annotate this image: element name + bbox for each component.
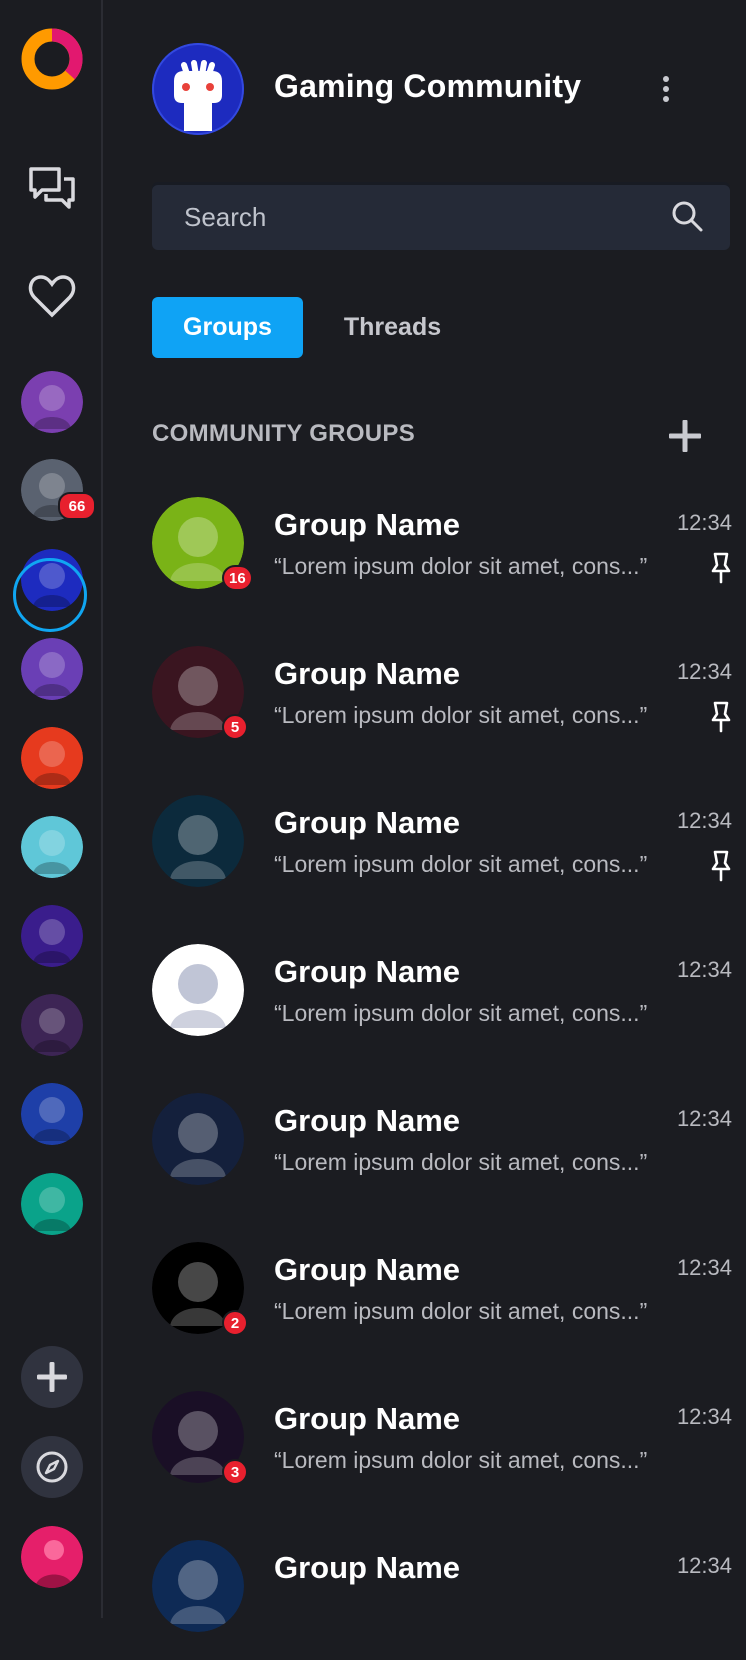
group-name: Group Name (274, 1103, 461, 1138)
search-input[interactable] (182, 182, 646, 252)
group-name: Group Name (274, 954, 461, 989)
add-server-button[interactable] (21, 1346, 83, 1408)
wolf-icon (152, 795, 244, 887)
group-last-message: “Lorem ipsum dolor sit amet, cons...” (274, 1000, 648, 1026)
server-avatar-infinity-server[interactable] (21, 905, 83, 967)
group-list-item[interactable]: 16 Group Name 12:34 “Lorem ipsum dolor sit … (152, 497, 732, 617)
group-time: 12:34 (676, 1553, 732, 1578)
chat-bubbles-icon[interactable] (21, 158, 83, 220)
server-avatar-robot-gamer-server[interactable] (21, 816, 83, 878)
server-avatar-book-server[interactable] (21, 1173, 83, 1235)
community-avatar[interactable] (152, 43, 244, 135)
group-list-item[interactable]: Group Name 12:34 “Lorem ipsum dolor sit am… (152, 944, 732, 1064)
darth-icon (152, 1093, 244, 1185)
plus-icon (37, 1362, 67, 1392)
pin-icon[interactable] (710, 551, 732, 585)
unread-badge: 5 (222, 714, 248, 740)
server-avatar-bitcoin-server[interactable] (21, 1083, 83, 1145)
group-avatar (152, 1093, 244, 1185)
compass-icon (36, 1451, 68, 1483)
group-name: Group Name (274, 1550, 461, 1585)
group-list-item[interactable]: Group Name 12:34 “Lorem ipsum dolor sit am… (152, 1093, 732, 1213)
group-name: Group Name (274, 805, 461, 840)
group-list-item[interactable]: 2 Group Name 12:34 “Lorem ipsum dolor sit a… (152, 1242, 732, 1362)
group-last-message: “Lorem ipsum dolor sit amet, cons...” (274, 1447, 648, 1473)
section-title: COMMUNITY GROUPS (152, 420, 416, 447)
app-logo-icon[interactable] (21, 28, 83, 90)
group-list-item[interactable]: Group Name 12:34 (152, 1540, 732, 1660)
group-avatar (152, 1540, 244, 1632)
tab-groups[interactable]: Groups (152, 297, 303, 358)
unread-badge: 3 (222, 1459, 248, 1485)
kebab-dot (663, 76, 669, 82)
group-name: Group Name (274, 656, 461, 691)
pin-icon[interactable] (710, 700, 732, 734)
monster-icon (152, 1540, 244, 1632)
kebab-dot (663, 86, 669, 92)
group-name: Group Name (274, 1252, 461, 1287)
group-last-message: “Lorem ipsum dolor sit amet, cons...” (274, 1298, 648, 1324)
community-title: Gaming Community (274, 68, 582, 104)
group-list-item[interactable]: 5 Group Name 12:34 “Lorem ipsum dolor sit a… (152, 646, 732, 766)
server-rail: 66 (0, 0, 103, 1618)
search-bar (152, 182, 730, 252)
plus-icon (669, 420, 701, 452)
server-avatar-ethereum-server[interactable] (21, 994, 83, 1056)
kebab-dot (663, 96, 669, 102)
heart-icon[interactable] (21, 265, 83, 327)
group-last-message: “Lorem ipsum dolor sit amet, cons...” (274, 851, 648, 877)
unread-badge: 2 (222, 1310, 248, 1336)
group-time: 12:34 (676, 659, 732, 684)
tab-threads[interactable]: Threads (320, 297, 465, 358)
more-options-button[interactable] (653, 72, 679, 106)
group-name: Group Name (274, 507, 461, 542)
server-avatar-microphone-server[interactable] (21, 371, 83, 433)
group-time: 12:34 (676, 1404, 732, 1429)
explore-button[interactable] (21, 1436, 83, 1498)
group-time: 12:34 (676, 957, 732, 982)
group-list-item[interactable]: 3 Group Name 12:34 “Lorem ipsum dolor sit a… (152, 1391, 732, 1511)
server-avatar-foxity-server[interactable] (21, 727, 83, 789)
group-last-message: “Lorem ipsum dolor sit amet, cons...” (274, 553, 648, 579)
group-time: 12:34 (676, 510, 732, 535)
profile-avatar[interactable] (21, 1526, 83, 1588)
server-badge: 66 (58, 492, 96, 520)
group-avatar (152, 944, 244, 1036)
group-list-item[interactable]: Group Name 12:34 “Lorem ipsum dolor sit am… (152, 795, 732, 915)
pin-icon[interactable] (710, 849, 732, 883)
server-avatar-cyber-skull-server[interactable] (21, 638, 83, 700)
community-panel: Gaming Community Groups Threads COMMUNIT… (103, 0, 746, 1632)
search-icon[interactable] (670, 199, 704, 238)
unread-badge: 16 (222, 565, 253, 591)
group-time: 12:34 (676, 808, 732, 833)
championship-icon (152, 944, 244, 1036)
add-group-button[interactable] (667, 418, 703, 454)
active-server-ring (13, 558, 87, 632)
group-last-message: “Lorem ipsum dolor sit amet, cons...” (274, 702, 648, 728)
group-name: Group Name (274, 1401, 461, 1436)
group-avatar (152, 795, 244, 887)
group-time: 12:34 (676, 1255, 732, 1280)
group-last-message: “Lorem ipsum dolor sit amet, cons...” (274, 1149, 648, 1175)
group-time: 12:34 (676, 1106, 732, 1131)
